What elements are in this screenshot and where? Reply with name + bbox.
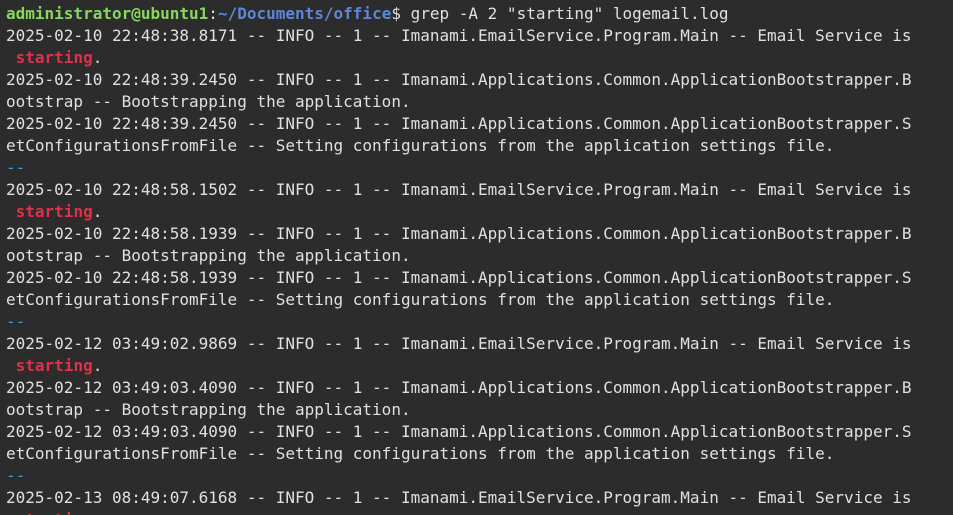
log-line: ootstrap -- Bootstrapping the applicatio… <box>6 400 411 419</box>
log-line: 2025-02-10 22:48:58.1502 -- INFO -- 1 --… <box>6 180 912 199</box>
terminal-output: 2025-02-10 22:48:38.8171 -- INFO -- 1 --… <box>6 25 953 515</box>
grep-match-highlight: starting <box>15 356 93 375</box>
prompt-path: ~/Documents/office <box>217 4 392 23</box>
log-line: 2025-02-12 03:49:02.9869 -- INFO -- 1 --… <box>6 334 912 353</box>
grep-match-highlight: starting <box>15 202 93 221</box>
log-line-continuation: starting. <box>6 509 953 515</box>
log-line: 2025-02-10 22:48:38.8171 -- INFO -- 1 --… <box>6 26 912 45</box>
log-line: 2025-02-12 03:49:03.4090 -- INFO -- 1 --… <box>6 422 912 441</box>
prompt-user-host: administrator@ubuntu1 <box>6 4 209 23</box>
line-suffix: . <box>92 356 103 375</box>
grep-match-highlight: starting <box>16 510 93 515</box>
log-line: ootstrap -- Bootstrapping the applicatio… <box>6 92 411 111</box>
log-line: 2025-02-10 22:48:58.1939 -- INFO -- 1 --… <box>6 268 912 287</box>
log-line: ootstrap -- Bootstrapping the applicatio… <box>6 246 411 265</box>
log-line: etConfigurationsFromFile -- Setting conf… <box>6 290 835 309</box>
line-suffix: . <box>92 202 103 221</box>
grep-match-highlight: starting <box>15 48 93 67</box>
log-line: etConfigurationsFromFile -- Setting conf… <box>6 444 835 463</box>
group-separator: -- <box>6 312 26 331</box>
log-line: 2025-02-13 08:49:07.6168 -- INFO -- 1 --… <box>6 488 912 507</box>
log-line: 2025-02-10 22:48:39.2450 -- INFO -- 1 --… <box>6 114 912 133</box>
log-line: 2025-02-10 22:48:39.2450 -- INFO -- 1 --… <box>6 70 912 89</box>
command-text: grep -A 2 "starting" logemail.log <box>400 4 729 23</box>
prompt-colon: : <box>208 4 218 23</box>
log-line: 2025-02-10 22:48:58.1939 -- INFO -- 1 --… <box>6 224 912 243</box>
terminal-window[interactable]: administrator@ubuntu1:~/Documents/office… <box>0 0 953 515</box>
line-suffix: . <box>92 48 103 67</box>
prompt-symbol: $ <box>391 4 401 23</box>
log-line-continuation: starting. <box>6 47 953 69</box>
log-line-continuation: starting. <box>6 355 953 377</box>
command-prompt-line[interactable]: administrator@ubuntu1:~/Documents/office… <box>6 3 953 25</box>
log-line: 2025-02-12 03:49:03.4090 -- INFO -- 1 --… <box>6 378 912 397</box>
line-suffix: . <box>93 510 103 515</box>
group-separator: -- <box>6 466 26 485</box>
group-separator: -- <box>6 158 26 177</box>
log-line-continuation: starting. <box>6 201 953 223</box>
log-line: etConfigurationsFromFile -- Setting conf… <box>6 136 835 155</box>
